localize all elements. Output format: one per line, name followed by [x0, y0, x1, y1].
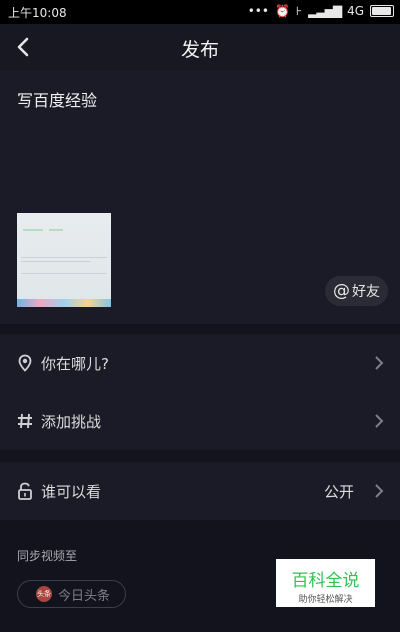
sim-icon: ⊦ — [295, 4, 303, 18]
unlock-icon — [18, 482, 32, 500]
visibility-row[interactable]: 谁可以看 公开 — [0, 462, 400, 520]
signal-icon: ▂▃▅▇ — [308, 4, 342, 18]
chevron-right-icon — [375, 484, 384, 498]
sync-label: 同步视频至 — [17, 549, 78, 563]
more-dots-icon: ••• — [247, 4, 269, 18]
status-bar: 上午10:08 ••• ⏰ ⊦ ▂▃▅▇ 4G — [0, 0, 400, 24]
page-title: 发布 — [180, 39, 219, 61]
at-icon: @ — [333, 281, 350, 301]
mention-friend-button[interactable]: @ 好友 — [325, 276, 388, 306]
visibility-value: 公开 — [323, 483, 354, 501]
toutiao-icon: 头条 — [36, 586, 52, 602]
options-panel: 你在哪儿? 添加挑战 — [0, 334, 400, 450]
hashtag-icon — [18, 413, 32, 429]
watermark-subtitle: 助你轻松解决 — [298, 595, 353, 605]
location-label: 你在哪儿? — [41, 355, 109, 373]
chevron-right-icon — [375, 414, 384, 428]
top-bar: 发布 — [0, 24, 400, 71]
watermark-title: 百科全说 — [291, 571, 360, 591]
challenge-row[interactable]: 添加挑战 — [0, 392, 400, 450]
location-pin-icon — [18, 354, 32, 372]
visibility-label: 谁可以看 — [41, 483, 102, 501]
status-time: 上午10:08 — [8, 6, 67, 20]
privacy-panel: 谁可以看 公开 — [0, 462, 400, 520]
friend-label: 好友 — [352, 284, 380, 300]
alarm-icon: ⏰ — [274, 4, 290, 18]
challenge-label: 添加挑战 — [41, 413, 102, 431]
divider — [0, 324, 400, 334]
location-row[interactable]: 你在哪儿? — [0, 334, 400, 392]
video-thumbnail[interactable] — [17, 213, 111, 307]
chevron-right-icon — [375, 356, 384, 370]
status-icons: ••• ⏰ ⊦ ▂▃▅▇ 4G — [248, 4, 394, 18]
network-type: 4G — [347, 4, 364, 18]
description-input[interactable]: 写百度经验 — [17, 87, 97, 111]
toutiao-label: 今日头条 — [58, 588, 111, 604]
toutiao-sync-toggle[interactable]: 头条 今日头条 — [17, 580, 126, 608]
divider — [0, 450, 400, 462]
battery-icon — [370, 5, 394, 17]
compose-panel: 写百度经验 @ 好友 — [0, 71, 400, 324]
watermark-logo: 百科全说 助你轻松解决 — [276, 559, 375, 607]
